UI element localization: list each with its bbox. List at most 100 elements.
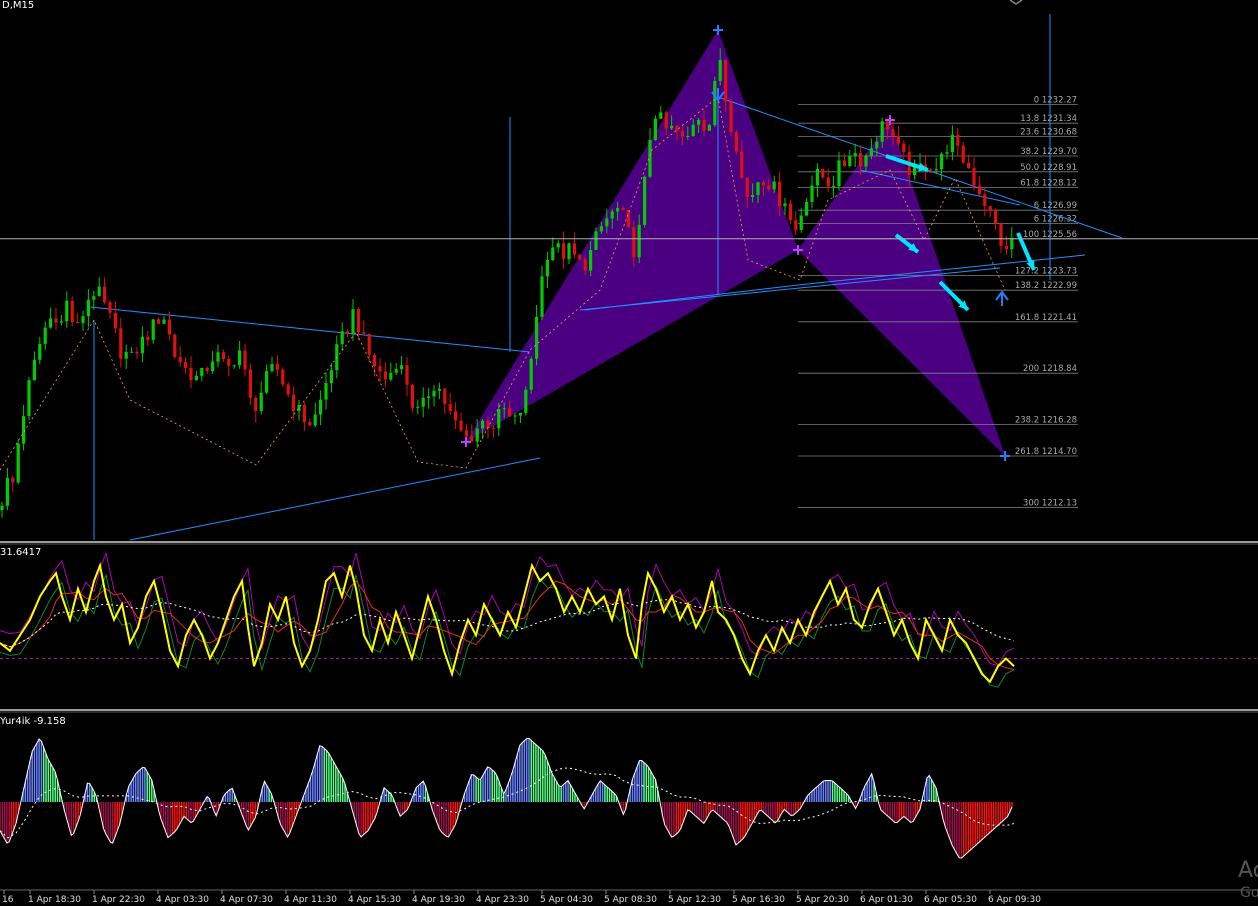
- candle-body: [648, 139, 652, 177]
- candle-body: [864, 155, 868, 167]
- candle-body: [670, 125, 674, 129]
- candle-body: [815, 168, 819, 186]
- candle-body: [859, 153, 863, 167]
- candle-body: [329, 370, 333, 384]
- candle-body: [86, 299, 90, 317]
- candle-body: [934, 169, 938, 171]
- candle-body: [346, 331, 350, 334]
- candle-body: [76, 322, 80, 324]
- candle-body: [556, 243, 560, 248]
- candle-body: [22, 416, 26, 444]
- time-tick-label: 6 Apr 05:30: [924, 895, 977, 905]
- activation-watermark-line1: Ac: [1238, 858, 1258, 883]
- candle-body: [875, 141, 879, 149]
- candle-body: [486, 420, 490, 428]
- time-tick-label: 4 Apr 19:30: [412, 895, 465, 905]
- candle-body: [567, 243, 571, 260]
- candle-body: [772, 181, 776, 190]
- candle-body: [205, 367, 209, 372]
- time-tick-label: 5 Apr 20:30: [796, 895, 849, 905]
- candle-body: [551, 247, 555, 260]
- candle-body: [686, 136, 690, 138]
- candle-body: [594, 231, 598, 250]
- candle-body: [540, 276, 544, 317]
- candle-body: [967, 162, 971, 169]
- candle-body: [448, 404, 452, 412]
- time-tick-label: 6 Apr 01:30: [860, 895, 913, 905]
- candle-body: [805, 201, 809, 216]
- candle-body: [886, 121, 890, 130]
- time-tick-label: 5 Apr 08:30: [604, 895, 657, 905]
- candle-body: [761, 182, 765, 186]
- time-tick-label: 4 Apr 03:30: [156, 895, 209, 905]
- candle-body: [373, 354, 377, 367]
- candle-body: [367, 333, 371, 355]
- candle-body: [238, 350, 242, 366]
- candle-body: [340, 331, 344, 345]
- candle-body: [248, 369, 252, 398]
- candle-body: [589, 249, 593, 271]
- candle-body: [524, 389, 528, 413]
- candle-body: [351, 309, 355, 334]
- candle-body: [616, 208, 620, 212]
- candle-body: [956, 134, 960, 146]
- candle-body: [130, 351, 134, 353]
- candle-body: [724, 59, 728, 102]
- candle-body: [659, 112, 663, 119]
- candle-body: [378, 366, 382, 372]
- candle-body: [578, 254, 582, 260]
- candle-body: [270, 363, 274, 371]
- rsi-value-label: 31.6417: [0, 547, 42, 558]
- candle-body: [38, 343, 42, 360]
- candle-body: [680, 131, 684, 137]
- time-tick-label: 16: [2, 895, 14, 905]
- candle-body: [416, 406, 420, 408]
- candle-body: [896, 136, 900, 144]
- candle-body: [113, 312, 117, 329]
- time-tick-label: 5 Apr 04:30: [540, 895, 593, 905]
- candle-body: [745, 177, 749, 197]
- activation-watermark-line2: Go: [1240, 885, 1258, 901]
- fib-level-label: 238.2 1216.28: [1015, 415, 1077, 425]
- candle-body: [184, 362, 188, 369]
- candle-body: [518, 412, 522, 416]
- candle-body: [140, 336, 144, 354]
- candle-body: [799, 215, 803, 230]
- time-tick-label: 6 Apr 09:30: [988, 895, 1041, 905]
- candle-body: [54, 318, 58, 323]
- fib-level-label: 50.0 1228.91: [1020, 163, 1077, 173]
- time-tick-label: 4 Apr 15:30: [348, 895, 401, 905]
- candle-body: [470, 436, 474, 442]
- candle-body: [27, 380, 31, 417]
- candle-body: [691, 124, 695, 137]
- candle-body: [254, 397, 258, 412]
- candle-body: [643, 176, 647, 225]
- candle-body: [491, 427, 495, 429]
- candle-body: [767, 185, 771, 190]
- candle-body: [697, 119, 701, 125]
- candle-body: [362, 332, 366, 334]
- candle-body: [389, 372, 393, 380]
- candle-body: [16, 443, 20, 483]
- candle-body: [545, 259, 549, 277]
- candle-body: [383, 371, 387, 380]
- candle-body: [572, 243, 576, 255]
- candle-body: [994, 210, 998, 224]
- candle-body: [1010, 238, 1014, 250]
- candle-body: [788, 203, 792, 221]
- candle-body: [221, 352, 225, 360]
- candle-body: [167, 319, 171, 335]
- candle-body: [103, 286, 107, 303]
- candle-body: [194, 375, 198, 381]
- candle-body: [308, 422, 312, 426]
- candle-body: [265, 370, 269, 393]
- candle-body: [275, 363, 279, 370]
- candle-body: [848, 156, 852, 167]
- candle-body: [313, 414, 317, 426]
- candle-body: [778, 181, 782, 207]
- candle-body: [108, 302, 112, 313]
- candle-body: [610, 211, 614, 219]
- trading-chart[interactable]: 0 1232.27 13.8 1231.34 23.6 1230.68 38.2 12…: [0, 0, 1258, 906]
- candle-body: [853, 153, 857, 157]
- candle-body: [324, 383, 328, 400]
